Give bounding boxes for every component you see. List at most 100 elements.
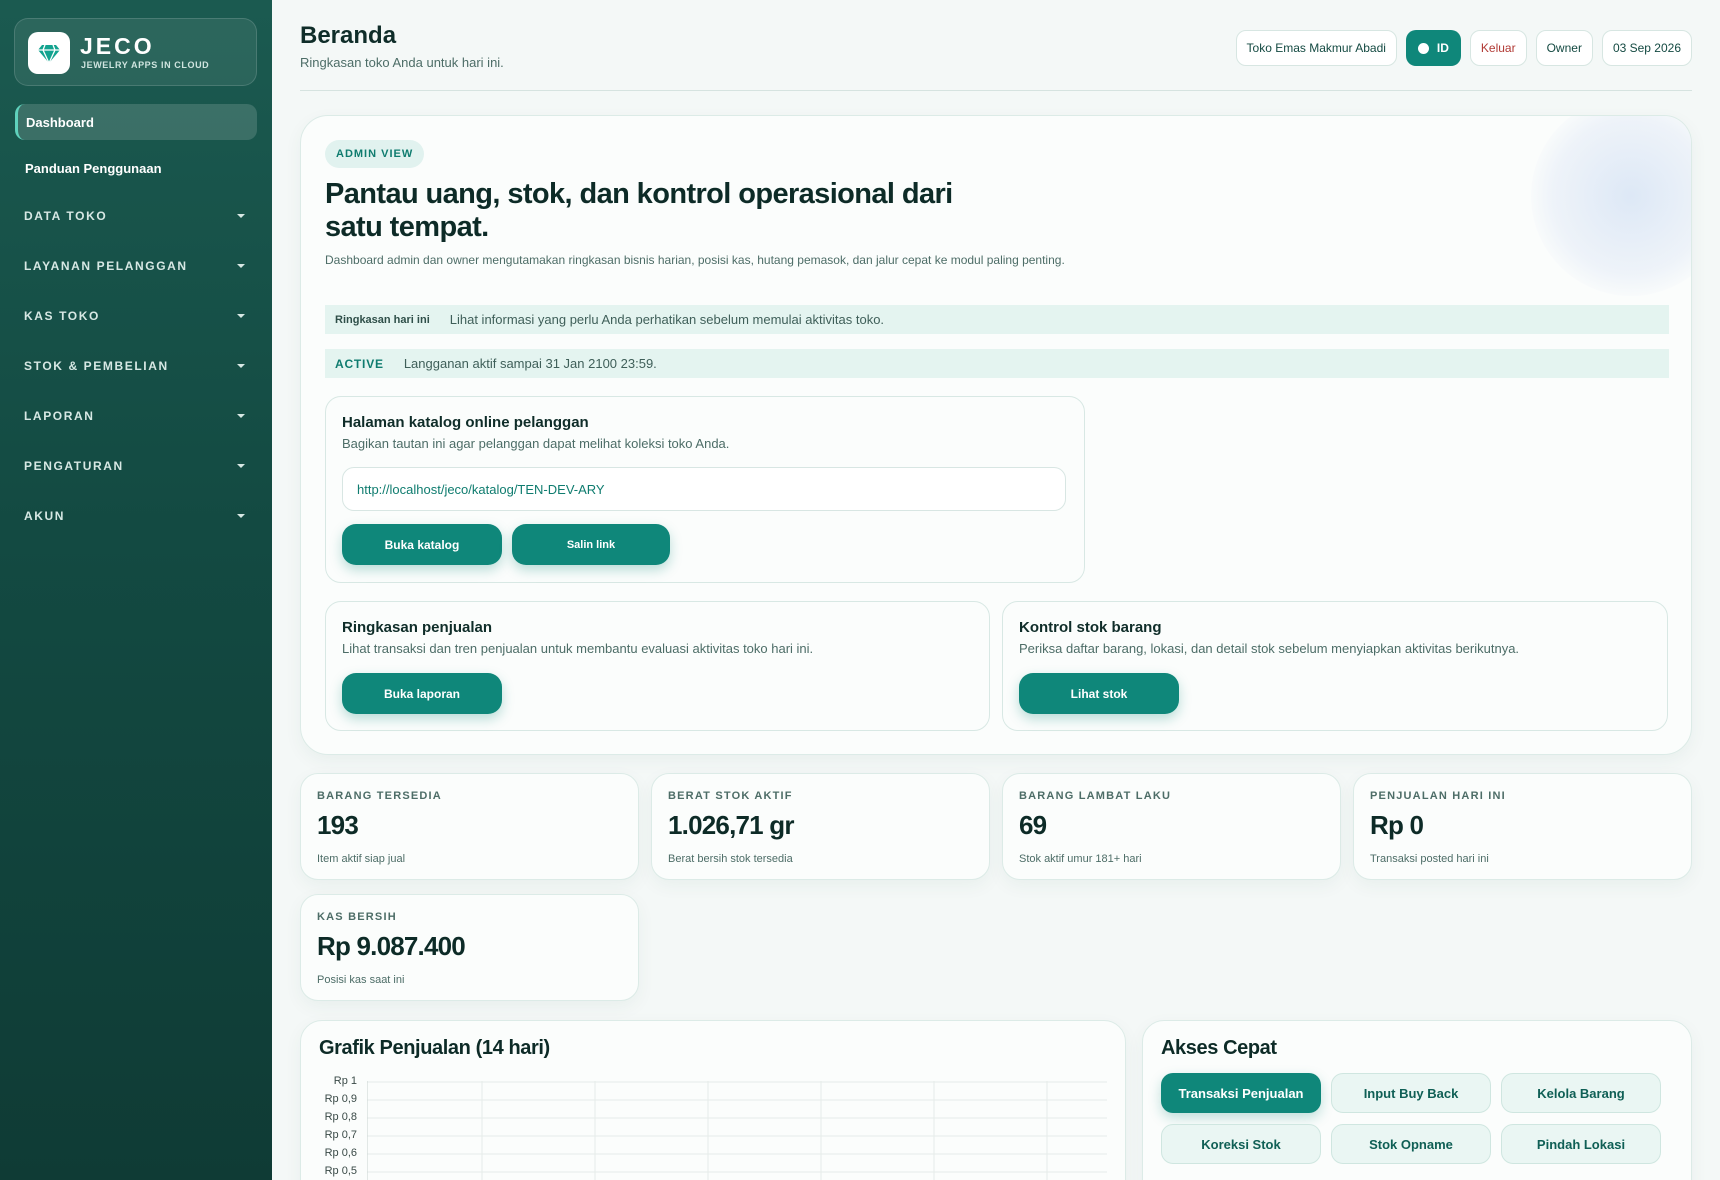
stock-control-panel: Kontrol stok barang Periksa daftar baran… — [1002, 601, 1668, 731]
stat-card-slow-moving: BARANG LAMBAT LAKU 69 Stok aktif umur 18… — [1002, 773, 1341, 880]
quick-stock-opname-button[interactable]: Stok Opname — [1331, 1124, 1491, 1164]
sidebar-group-label: LAPORAN — [24, 409, 95, 423]
daily-summary-strip: Ringkasan hari ini Lihat informasi yang … — [325, 305, 1669, 334]
stat-label: BARANG TERSEDIA — [317, 790, 442, 802]
header-divider — [300, 90, 1692, 91]
role-badge: Owner — [1535, 30, 1593, 66]
decorative-glow — [1531, 116, 1691, 296]
brand-name: JECO — [80, 33, 155, 59]
header-actions: Toko Emas Makmur Abadi ID Keluar Owner 0… — [1235, 30, 1692, 66]
quick-access-card: Akses Cepat Transaksi Penjualan Input Bu… — [1142, 1020, 1692, 1180]
stat-value: 193 — [317, 810, 359, 840]
sidebar-group-label: KAS TOKO — [24, 309, 100, 323]
copy-link-button[interactable]: Salin link — [512, 524, 670, 565]
sidebar-group-laporan[interactable]: LAPORAN — [15, 401, 257, 431]
stat-note: Posisi kas saat ini — [317, 974, 405, 986]
stat-value: 69 — [1019, 810, 1047, 840]
stock-control-title: Kontrol stok barang — [1019, 619, 1162, 636]
page-subtitle: Ringkasan toko Anda untuk hari ini. — [300, 55, 504, 70]
view-stock-button[interactable]: Lihat stok — [1019, 673, 1179, 714]
stat-value: 1.026,71 gr — [668, 810, 794, 840]
daily-summary-label: Ringkasan hari ini — [335, 313, 430, 326]
sidebar-group-kas-toko[interactable]: KAS TOKO — [15, 301, 257, 331]
open-report-button[interactable]: Buka laporan — [342, 673, 502, 714]
chevron-down-icon — [237, 214, 245, 218]
stock-control-subtitle: Periksa daftar barang, lokasi, dan detai… — [1019, 641, 1520, 656]
quick-stock-correction-button[interactable]: Koreksi Stok — [1161, 1124, 1321, 1164]
hero-description: Dashboard admin dan owner mengutamakan r… — [325, 253, 1065, 267]
y-tick-label: Rp 0,9 — [324, 1093, 357, 1105]
y-tick-label: Rp 0,7 — [324, 1129, 357, 1141]
sidebar-group-stok-pembelian[interactable]: STOK & PEMBELIAN — [15, 351, 257, 381]
page-title: Beranda — [300, 22, 397, 49]
sidebar-group-label: DATA TOKO — [24, 209, 108, 223]
stat-card-sales-today: PENJUALAN HARI INI Rp 0 Transaksi posted… — [1353, 773, 1692, 880]
chevron-down-icon — [237, 414, 245, 418]
stat-card-available-items: BARANG TERSEDIA 193 Item aktif siap jual — [300, 773, 639, 880]
quick-access-title: Akses Cepat — [1161, 1037, 1277, 1059]
stat-note: Berat bersih stok tersedia — [668, 853, 793, 865]
sidebar-group-label: AKUN — [24, 509, 66, 523]
stat-value: Rp 0 — [1370, 810, 1424, 840]
stat-label: BARANG LAMBAT LAKU — [1019, 790, 1172, 802]
y-tick-label: Rp 0,5 — [324, 1165, 357, 1177]
quick-move-location-button[interactable]: Pindah Lokasi — [1501, 1124, 1661, 1164]
stat-label: BERAT STOK AKTIF — [668, 790, 793, 802]
sidebar-item-panduan[interactable]: Panduan Penggunaan — [15, 150, 257, 186]
chevron-down-icon — [237, 264, 245, 268]
y-tick-label: Rp 0,6 — [324, 1147, 357, 1159]
subscription-text: Langganan aktif sampai 31 Jan 2100 23:59… — [403, 356, 657, 371]
chevron-down-icon — [237, 464, 245, 468]
chevron-down-icon — [237, 314, 245, 318]
brand-card[interactable]: JECO JEWELRY APPS IN CLOUD — [14, 18, 257, 86]
open-catalog-button[interactable]: Buka katalog — [342, 524, 502, 565]
sidebar-group-label: LAYANAN PELANGGAN — [24, 259, 188, 273]
stat-note: Item aktif siap jual — [317, 853, 406, 865]
stat-value: Rp 9.087.400 — [317, 931, 466, 961]
chart-grid — [367, 1081, 1107, 1180]
quick-manage-items-button[interactable]: Kelola Barang — [1501, 1073, 1661, 1113]
sidebar: JECO JEWELRY APPS IN CLOUD Dashboard Pan… — [0, 0, 272, 1180]
chevron-down-icon — [237, 514, 245, 518]
stat-card-stock-weight: BERAT STOK AKTIF 1.026,71 gr Berat bersi… — [651, 773, 990, 880]
hero-title: Pantau uang, stok, dan kontrol operasion… — [325, 178, 953, 243]
sales-summary-subtitle: Lihat transaksi dan tren penjualan untuk… — [342, 641, 814, 656]
daily-summary-text: Lihat informasi yang perlu Anda perhatik… — [449, 312, 885, 327]
diamond-logo-icon — [28, 32, 70, 74]
sidebar-item-label: Dashboard — [26, 114, 94, 130]
language-label: ID — [1436, 41, 1449, 55]
quick-sales-transaction-button[interactable]: Transaksi Penjualan — [1161, 1073, 1321, 1113]
sidebar-group-data-toko[interactable]: DATA TOKO — [15, 201, 257, 231]
catalog-url-field[interactable]: http://localhost/jeco/katalog/TEN-DEV-AR… — [342, 467, 1066, 511]
stat-note: Stok aktif umur 181+ hari — [1019, 853, 1142, 865]
chevron-down-icon — [237, 364, 245, 368]
sales-chart-card: Grafik Penjualan (14 hari) Rp 1 Rp 0,9 R… — [300, 1020, 1126, 1180]
sidebar-group-akun[interactable]: AKUN — [15, 501, 257, 531]
y-tick-label: Rp 1 — [333, 1075, 357, 1087]
y-tick-label: Rp 0,8 — [324, 1111, 357, 1123]
admin-view-badge: ADMIN VIEW — [325, 140, 425, 168]
sidebar-group-layanan-pelanggan[interactable]: LAYANAN PELANGGAN — [15, 251, 257, 281]
sidebar-item-dashboard[interactable]: Dashboard — [15, 104, 257, 140]
admin-hero-card: ADMIN VIEW Pantau uang, stok, dan kontro… — [300, 115, 1692, 755]
language-toggle[interactable]: ID — [1405, 30, 1461, 66]
store-name-chip[interactable]: Toko Emas Makmur Abadi — [1235, 30, 1397, 66]
stat-label: KAS BERSIH — [317, 911, 397, 923]
stat-card-net-cash: KAS BERSIH Rp 9.087.400 Posisi kas saat … — [300, 894, 639, 1001]
catalog-title: Halaman katalog online pelanggan — [342, 414, 589, 431]
sales-summary-title: Ringkasan penjualan — [342, 619, 493, 636]
subscription-status-badge: ACTIVE — [335, 356, 384, 371]
toggle-dot-icon — [1417, 42, 1429, 54]
chart-title: Grafik Penjualan (14 hari) — [319, 1037, 550, 1059]
logout-button[interactable]: Keluar — [1469, 30, 1527, 66]
stat-note: Transaksi posted hari ini — [1370, 853, 1489, 865]
sidebar-group-label: PENGATURAN — [24, 459, 124, 473]
sales-summary-panel: Ringkasan penjualan Lihat transaksi dan … — [325, 601, 990, 731]
sidebar-item-label: Panduan Penggunaan — [25, 160, 162, 176]
stat-label: PENJUALAN HARI INI — [1370, 790, 1506, 802]
catalog-subtitle: Bagikan tautan ini agar pelanggan dapat … — [342, 436, 730, 451]
sidebar-group-label: STOK & PEMBELIAN — [24, 359, 169, 373]
quick-buyback-button[interactable]: Input Buy Back — [1331, 1073, 1491, 1113]
subscription-strip: ACTIVE Langganan aktif sampai 31 Jan 210… — [325, 349, 1669, 378]
sidebar-group-pengaturan[interactable]: PENGATURAN — [15, 451, 257, 481]
